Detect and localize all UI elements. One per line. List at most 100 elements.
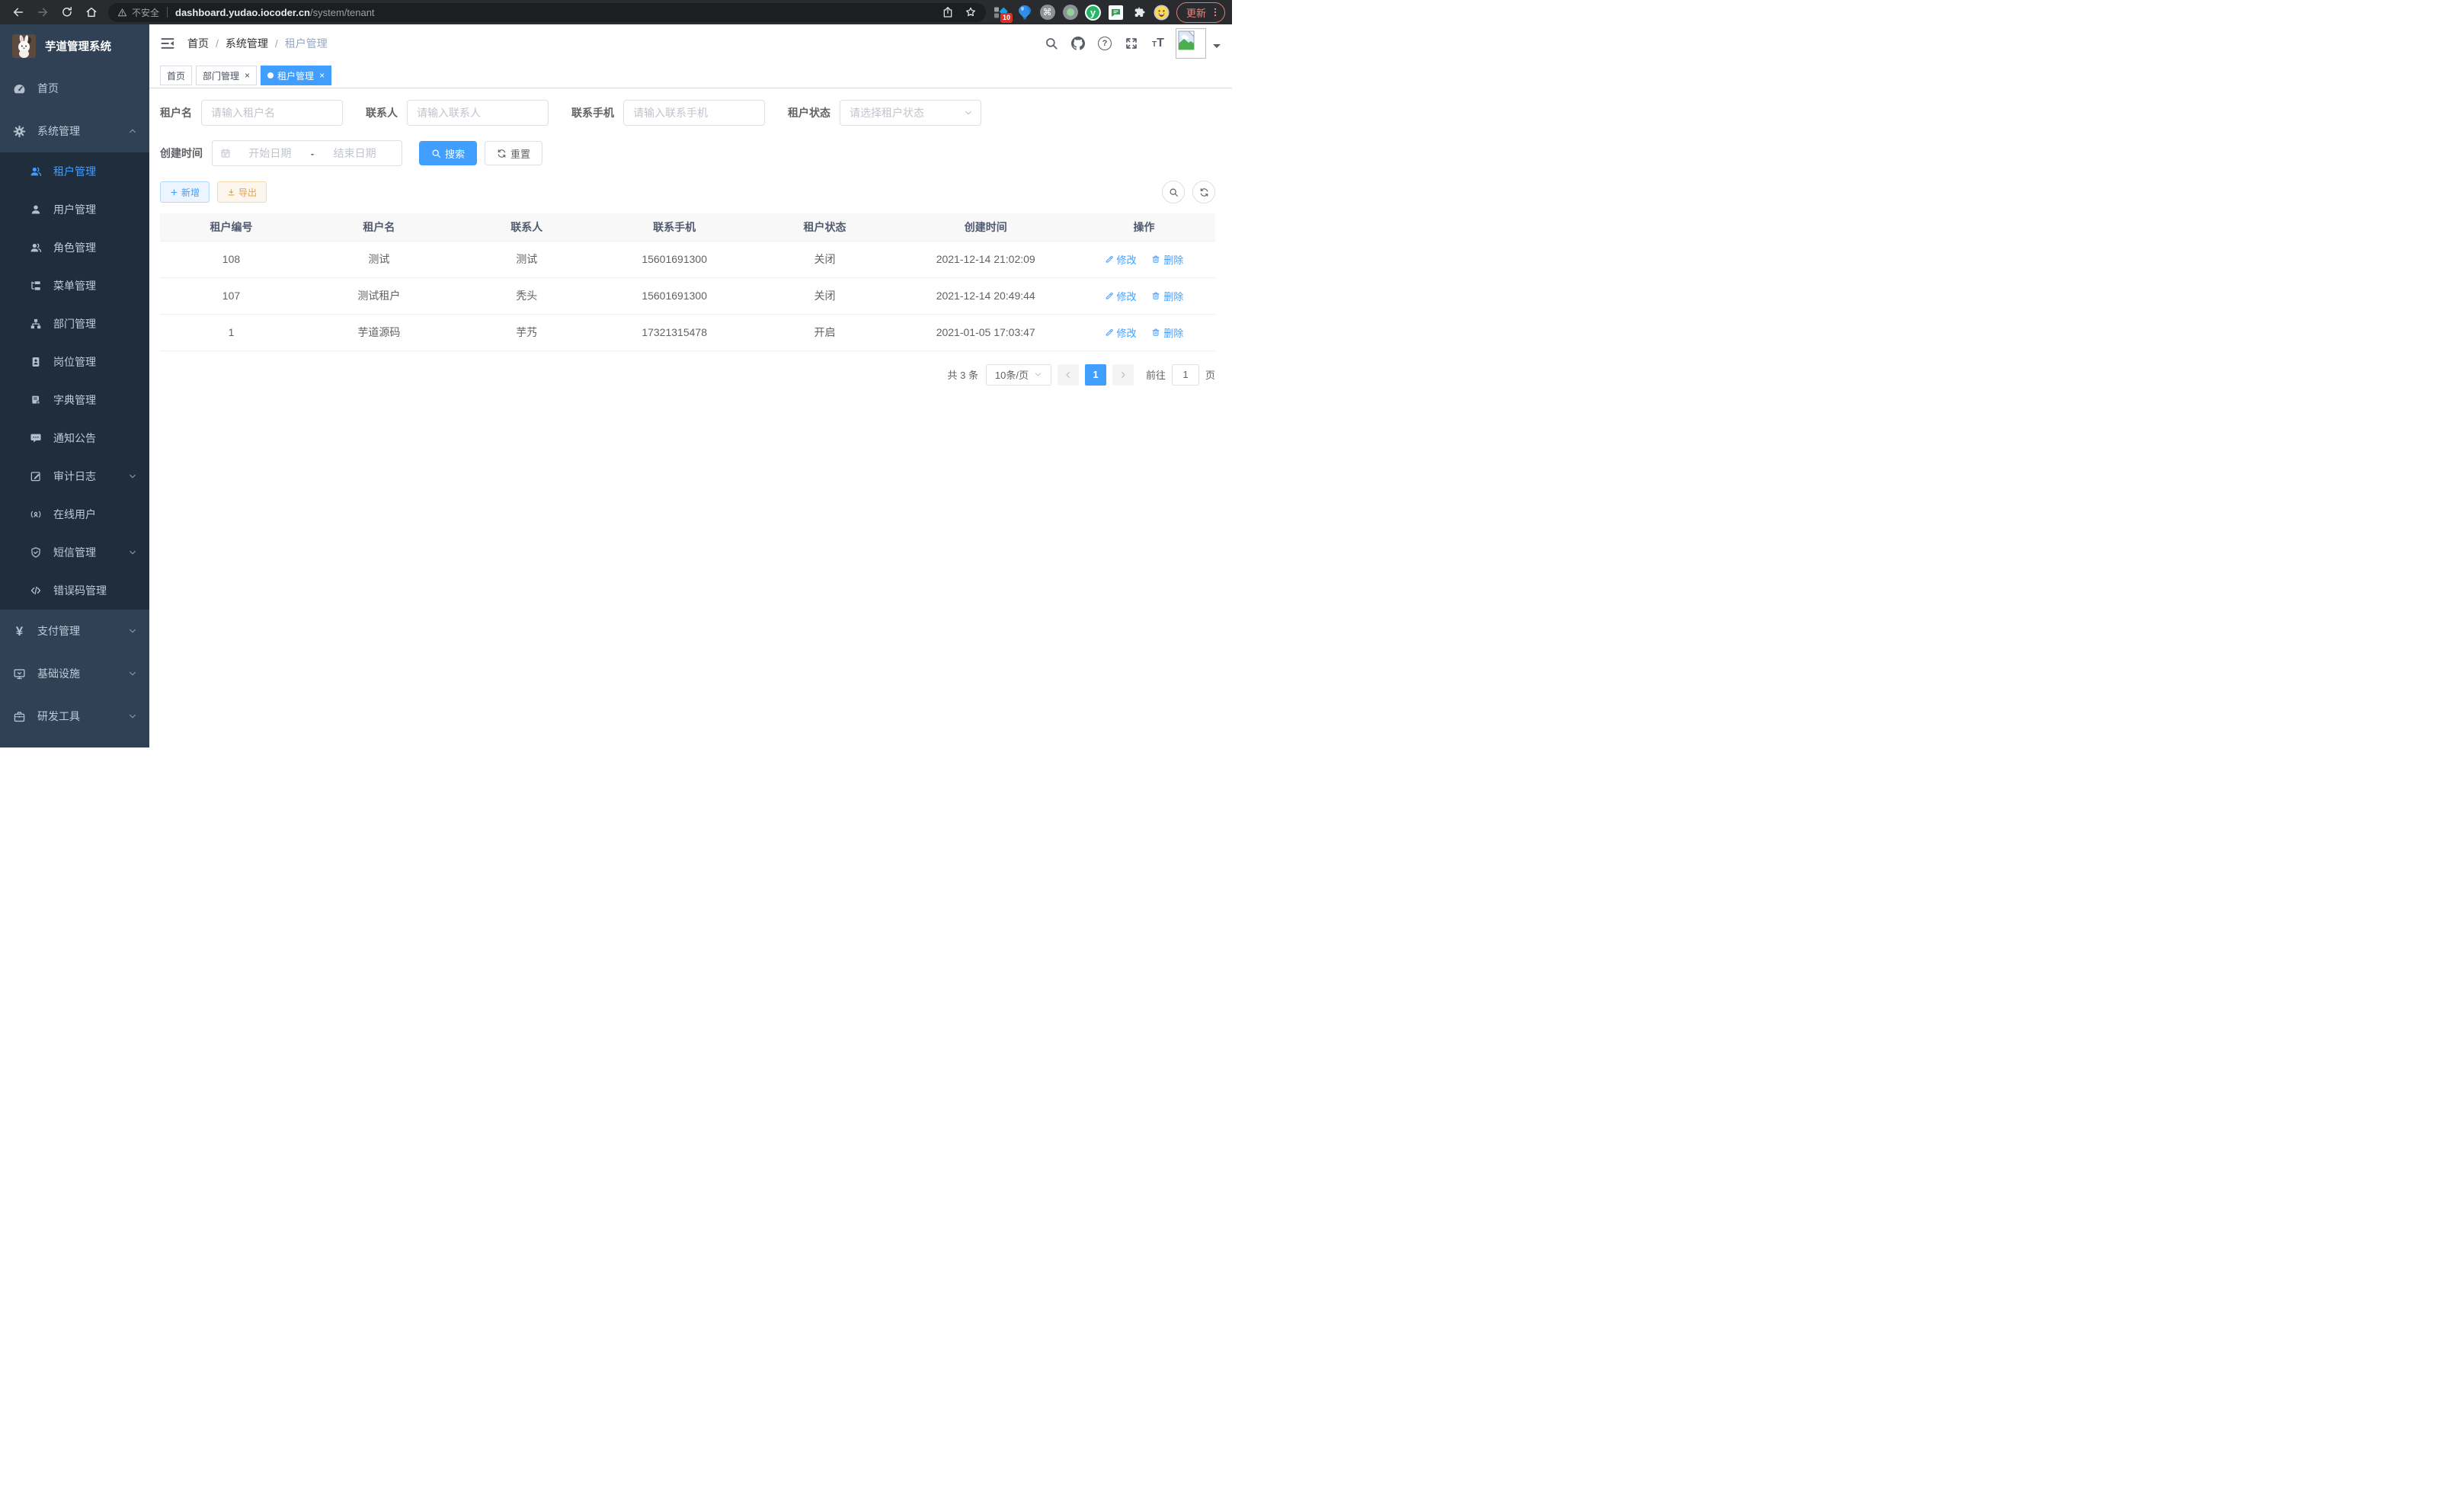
extension-chat[interactable] xyxy=(1108,5,1124,21)
start-date-placeholder[interactable]: 开始日期 xyxy=(231,146,309,161)
help-button[interactable]: ? xyxy=(1098,37,1112,50)
sidebar-item-user[interactable]: 用户管理 xyxy=(0,190,149,229)
sidebar-toggle-hamburger-icon[interactable] xyxy=(160,36,175,51)
edit-link[interactable]: 修改 xyxy=(1105,325,1137,340)
date-separator: - xyxy=(309,148,315,159)
goto-page-input[interactable] xyxy=(1172,364,1199,386)
browser-update-button[interactable]: 更新 xyxy=(1176,2,1225,23)
sidebar-item-home[interactable]: 首页 xyxy=(0,67,149,110)
extension-recorder[interactable] xyxy=(1062,5,1078,21)
sidebar-item-notice[interactable]: 通知公告 xyxy=(0,419,149,457)
tab-home[interactable]: 首页 xyxy=(160,66,192,85)
sidebar-item-error-code[interactable]: 错误码管理 xyxy=(0,571,149,610)
chevron-down-icon xyxy=(128,712,137,721)
extension-balloon[interactable] xyxy=(1016,5,1032,21)
tab-close-icon[interactable]: × xyxy=(245,71,250,80)
refresh-table-button[interactable] xyxy=(1192,181,1215,203)
tab-dept[interactable]: 部门管理 × xyxy=(196,66,257,85)
status-select[interactable]: 请选择租户状态 xyxy=(840,100,981,126)
security-label[interactable]: 不安全 xyxy=(132,6,159,19)
mobile-input[interactable] xyxy=(623,100,765,126)
chevron-down-icon xyxy=(964,108,973,117)
sidebar-item-post[interactable]: 岗位管理 xyxy=(0,343,149,381)
bookmark-star-icon[interactable] xyxy=(965,6,977,18)
export-button[interactable]: 导出 xyxy=(217,181,267,203)
calendar-icon xyxy=(220,148,231,158)
next-page-button[interactable] xyxy=(1112,364,1134,386)
browser-back-button[interactable] xyxy=(8,2,28,22)
cell-created: 2021-01-05 17:03:47 xyxy=(898,314,1073,351)
share-icon[interactable] xyxy=(942,6,954,18)
page-content: 租户名 联系人 联系手机 租户状态 请选择租户状态 xyxy=(149,88,1232,748)
sidebar-item-sms[interactable]: 短信管理 xyxy=(0,533,149,571)
fullscreen-button[interactable] xyxy=(1125,37,1138,50)
filter-status: 租户状态 请选择租户状态 xyxy=(788,100,981,126)
breadcrumb-system[interactable]: 系统管理 xyxy=(226,36,268,51)
page-size-select[interactable]: 10条/页 xyxy=(986,364,1051,386)
search-button[interactable]: 搜索 xyxy=(419,141,477,165)
avatar[interactable] xyxy=(1176,28,1206,59)
sidebar-item-dept[interactable]: 部门管理 xyxy=(0,305,149,343)
forward-icon xyxy=(37,6,49,18)
col-contact: 联系人 xyxy=(456,213,598,241)
extensions-bar: 10 ⌘ y xyxy=(994,5,1170,21)
sidebar-item-menu[interactable]: 菜单管理 xyxy=(0,267,149,305)
browser-forward-button[interactable] xyxy=(33,2,53,22)
cell-status: 关闭 xyxy=(751,241,899,277)
extensions-puzzle-button[interactable] xyxy=(1131,5,1147,21)
filter-create-time: 创建时间 开始日期 - 结束日期 xyxy=(160,140,402,166)
browser-home-button[interactable] xyxy=(82,2,101,22)
delete-link[interactable]: 删除 xyxy=(1151,252,1183,267)
sidebar-item-payment[interactable]: ¥ 支付管理 xyxy=(0,610,149,652)
page-number-1[interactable]: 1 xyxy=(1085,364,1106,386)
app-title: 芋道管理系统 xyxy=(45,38,111,54)
code-icon xyxy=(30,584,42,597)
address-bar[interactable]: 不安全 dashboard.yudao.iocoder.cn/system/te… xyxy=(108,3,986,22)
table-header-row: 租户编号 租户名 联系人 联系手机 租户状态 创建时间 操作 xyxy=(160,213,1215,241)
date-range-picker[interactable]: 开始日期 - 结束日期 xyxy=(212,140,402,166)
cell-actions: 修改 删除 xyxy=(1073,314,1215,351)
font-size-button[interactable]: TT xyxy=(1151,37,1165,50)
extension-tag-assistant[interactable]: 10 xyxy=(994,5,1010,21)
reset-button[interactable]: 重置 xyxy=(485,141,542,165)
browser-reload-button[interactable] xyxy=(57,2,77,22)
filter-label: 联系人 xyxy=(366,105,398,120)
avatar-caret-down-icon[interactable] xyxy=(1213,44,1221,52)
sidebar-item-audit-log[interactable]: 审计日志 xyxy=(0,457,149,495)
cell-actions: 修改 删除 xyxy=(1073,241,1215,277)
sidebar-item-dict[interactable]: 字典管理 xyxy=(0,381,149,419)
breadcrumb-home[interactable]: 首页 xyxy=(187,36,209,51)
toggle-search-button[interactable] xyxy=(1162,181,1185,203)
sidebar-item-role[interactable]: 角色管理 xyxy=(0,229,149,267)
gear-icon xyxy=(13,125,26,138)
extension-yuque[interactable]: y xyxy=(1085,5,1101,21)
browser-menu-kebab-icon[interactable] xyxy=(1210,7,1221,18)
sidebar-item-infra[interactable]: 基础设施 xyxy=(0,652,149,695)
prev-page-button[interactable] xyxy=(1058,364,1079,386)
tags-view: 首页 部门管理 × 租户管理 × xyxy=(149,62,1232,88)
add-button[interactable]: 新增 xyxy=(160,181,210,203)
end-date-placeholder[interactable]: 结束日期 xyxy=(315,146,394,161)
sidebar-item-devtools[interactable]: 研发工具 xyxy=(0,695,149,738)
tenant-name-input[interactable] xyxy=(201,100,343,126)
filter-contact: 联系人 xyxy=(366,100,549,126)
delete-link[interactable]: 删除 xyxy=(1151,325,1183,340)
sidebar-item-system[interactable]: 系统管理 xyxy=(0,110,149,152)
edit-link[interactable]: 修改 xyxy=(1105,289,1137,303)
tab-close-icon[interactable]: × xyxy=(319,71,325,80)
delete-link[interactable]: 删除 xyxy=(1151,289,1183,303)
filter-label: 创建时间 xyxy=(160,146,203,161)
emoji-icon xyxy=(1154,5,1170,21)
not-secure-warning-icon xyxy=(117,8,127,18)
header-search-button[interactable] xyxy=(1045,37,1058,50)
extension-shortcuts[interactable]: ⌘ xyxy=(1039,5,1055,21)
github-link[interactable] xyxy=(1071,37,1085,50)
app-logo-row[interactable]: 芋道管理系统 xyxy=(0,24,149,67)
message-icon xyxy=(30,432,42,444)
contact-input[interactable] xyxy=(407,100,549,126)
sidebar-item-online-users[interactable]: 在线用户 xyxy=(0,495,149,533)
tab-tenant[interactable]: 租户管理 × xyxy=(261,66,331,85)
extension-emoji[interactable] xyxy=(1154,5,1170,21)
edit-link[interactable]: 修改 xyxy=(1105,252,1137,267)
sidebar-item-tenant[interactable]: 租户管理 xyxy=(0,152,149,190)
